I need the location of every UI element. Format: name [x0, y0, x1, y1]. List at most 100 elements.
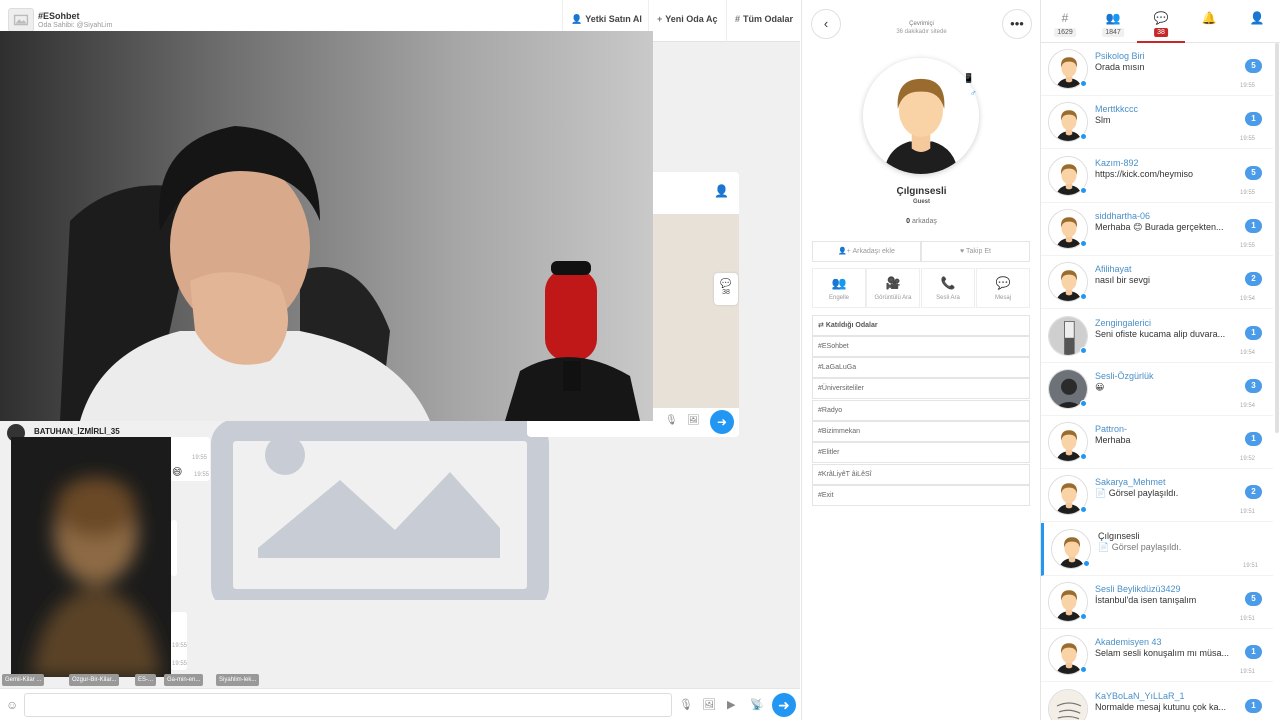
video-frame: [11, 437, 171, 677]
user-chip[interactable]: ES-...: [135, 674, 157, 686]
small-video-feed[interactable]: [11, 437, 171, 677]
pm-conversation-item[interactable]: Akademisyen 43 Selam sesli konuşalım mı m…: [1041, 629, 1273, 683]
broadcast-icon[interactable]: 📡: [750, 698, 764, 711]
joined-room-item[interactable]: #Bizimmekan: [812, 421, 1030, 442]
chat-count-badge[interactable]: 💬 38: [714, 273, 738, 305]
pm-sender-name: Afilihayat: [1095, 264, 1132, 275]
joined-room-item[interactable]: #Üniversiteliler: [812, 378, 1030, 399]
pm-conversation-item[interactable]: Zengingalerici Seni ofiste kucama alip du…: [1041, 310, 1273, 363]
pm-conversation-item[interactable]: Merttkkccc Slm 1 19:55: [1041, 96, 1273, 150]
user-icon: 👤: [1249, 11, 1265, 25]
unread-badge: 1: [1245, 218, 1262, 233]
users-icon: 👥: [1105, 11, 1121, 25]
pm-last-message: 😀: [1095, 381, 1105, 392]
send-button[interactable]: ➜: [772, 693, 796, 717]
tab-messages[interactable]: 💬 38: [1137, 0, 1185, 43]
joined-room-item[interactable]: #ESohbet: [812, 336, 1030, 357]
video-call-label: Görüntülü Ara: [874, 295, 912, 301]
friends-label: arkadaş: [911, 218, 937, 225]
pm-time: 19:51: [1243, 562, 1259, 569]
unread-badge: 1: [1245, 112, 1262, 127]
joined-rooms-title: Katıldığı Odalar: [825, 322, 878, 329]
pm-sender-name: Çılgınsesli: [1098, 530, 1140, 541]
joined-room-item[interactable]: #LaGaLuGa: [812, 357, 1030, 378]
pm-list: Psikolog Biri Orada mısın 5 19:55 Merttkkccc…: [1041, 43, 1273, 720]
user-chip[interactable]: Ozgur-Bir-Kilar...: [69, 674, 120, 686]
scrollbar[interactable]: [1275, 43, 1279, 433]
new-room-button[interactable]: + Yeni Oda Aç: [657, 14, 717, 24]
tab-notifications[interactable]: 🔔: [1185, 0, 1233, 43]
pm-conversation-item[interactable]: Sakarya_Mehmet 📄 Görsel paylaşıldı. 2 19:51: [1041, 469, 1273, 523]
image-icon[interactable]: 🖼: [687, 415, 700, 426]
unread-badge: 5: [1245, 59, 1262, 73]
image-icon[interactable]: 🖼: [702, 698, 716, 711]
pm-sender-name: Sesli Beylikdüzü3429: [1095, 584, 1181, 594]
room-thumbnail: [8, 8, 34, 32]
block-button[interactable]: 👥 Engelle: [812, 268, 866, 308]
voice-call-button[interactable]: 📞 Sesli Ara: [921, 268, 975, 308]
pm-sender-name: Psikolog Biri: [1095, 51, 1145, 61]
pm-conversation-item[interactable]: Kazım-892 https://kick.com/heymiso 5 19:55: [1041, 150, 1273, 203]
pm-last-message: 📄 Görsel paylaşıldı.: [1098, 541, 1182, 552]
video-icon: 🎥: [885, 276, 901, 290]
user-chip[interactable]: Siyahlim-lek...: [216, 674, 260, 686]
message-input[interactable]: [24, 693, 672, 717]
pm-sender-name: KaYBoLaN_YıLLaR_1: [1095, 690, 1185, 701]
message-button[interactable]: 💬 Mesaj: [976, 268, 1030, 308]
main-video-feed[interactable]: [0, 31, 653, 421]
pm-conversation-item[interactable]: Pattron- Merhaba 1 19:52: [1041, 416, 1273, 470]
pm-conversation-item[interactable]: Afilihayat nasıl bir sevgi 2 19:54: [1041, 256, 1273, 310]
video-frame: [0, 31, 653, 421]
pm-conversation-item[interactable]: Sesli-Özgürlük 😀 3 19:54: [1041, 363, 1273, 416]
user-chip[interactable]: Gemii-Kilar ...: [2, 674, 45, 686]
pm-conversation-item[interactable]: Çılgınsesli 📄 Görsel paylaşıldı. 19:51: [1041, 522, 1273, 576]
pm-conversation-item[interactable]: Sesli Beylikdüzü3429 İstanbul'da isen tan…: [1041, 576, 1273, 629]
user-chip[interactable]: Ga-min-en...: [164, 674, 204, 686]
joined-room-item[interactable]: #Radyo: [812, 400, 1030, 421]
profile-avatar[interactable]: [863, 58, 979, 174]
pm-last-message: Slm: [1095, 115, 1111, 126]
online-status-dot: [1080, 506, 1087, 514]
pm-last-message: Orada mısın: [1095, 62, 1145, 72]
profile-online-since: 36 dakikadır sitede: [896, 29, 947, 35]
emoji-icon[interactable]: ☺: [6, 698, 18, 712]
pm-conversation-item[interactable]: siddhartha-06 Merhaba 😊 Burada gerçekten.…: [1041, 203, 1273, 256]
microphone-icon[interactable]: 🎙: [665, 415, 678, 426]
message-time: 19:55: [172, 643, 188, 649]
joined-room-item[interactable]: #Elitler: [812, 442, 1030, 463]
video-call-button[interactable]: 🎥 Görüntülü Ara: [866, 268, 920, 308]
play-icon[interactable]: ▶: [727, 698, 735, 711]
tab-rooms[interactable]: # 1629: [1041, 0, 1089, 43]
pm-conversation-item[interactable]: Psikolog Biri Orada mısın 5 19:55: [1041, 43, 1273, 96]
add-friend-button[interactable]: 👤+ Arkadaşı ekle: [812, 241, 921, 262]
tab-users[interactable]: 👥 1847: [1089, 0, 1137, 43]
microphone-icon[interactable]: 🎙: [679, 698, 693, 711]
pm-time: 19:55: [1240, 136, 1256, 143]
pm-last-message: https://kick.com/heymiso: [1095, 168, 1194, 179]
message-time: 19:55: [194, 472, 210, 478]
unread-badge: 1: [1245, 645, 1262, 660]
tab-profile[interactable]: 👤: [1233, 0, 1280, 43]
exchange-icon: ⇄: [818, 322, 824, 329]
unread-badge: 1: [1245, 698, 1262, 713]
pm-conversation-item[interactable]: KaYBoLaN_YıLLaR_1 Normalde mesaj kutunu ç…: [1041, 683, 1273, 720]
user-plus-icon: 👤+: [838, 248, 851, 255]
new-room-label: Yeni Oda Aç: [665, 14, 718, 24]
unread-badge: 2: [1245, 485, 1262, 500]
user-cog-icon: 👤: [571, 14, 583, 24]
send-button-small[interactable]: ➜: [710, 410, 734, 434]
male-icon: ♂: [970, 88, 977, 98]
joined-room-item[interactable]: #KrâLiyêT âiLêSî: [812, 464, 1030, 485]
buy-authority-button[interactable]: 👤 Yetki Satın Al: [571, 14, 642, 25]
follow-button[interactable]: ♥ Takip Et: [921, 241, 1030, 262]
pm-last-message: 📄 Görsel paylaşıldı.: [1095, 488, 1179, 499]
user-icon[interactable]: 👤: [714, 184, 729, 198]
tab-count: 1629: [1054, 28, 1076, 37]
cam-user-name[interactable]: BATUHAN_İZMİRLİ_35: [34, 427, 120, 436]
pm-time: 19:52: [1240, 456, 1256, 463]
emoji-icon: 😄: [172, 467, 183, 478]
avatar[interactable]: [1048, 688, 1088, 720]
joined-room-item[interactable]: #Exit: [812, 485, 1030, 506]
all-rooms-button[interactable]: # Tüm Odalar: [735, 14, 793, 24]
pm-time: 19:54: [1240, 349, 1256, 356]
